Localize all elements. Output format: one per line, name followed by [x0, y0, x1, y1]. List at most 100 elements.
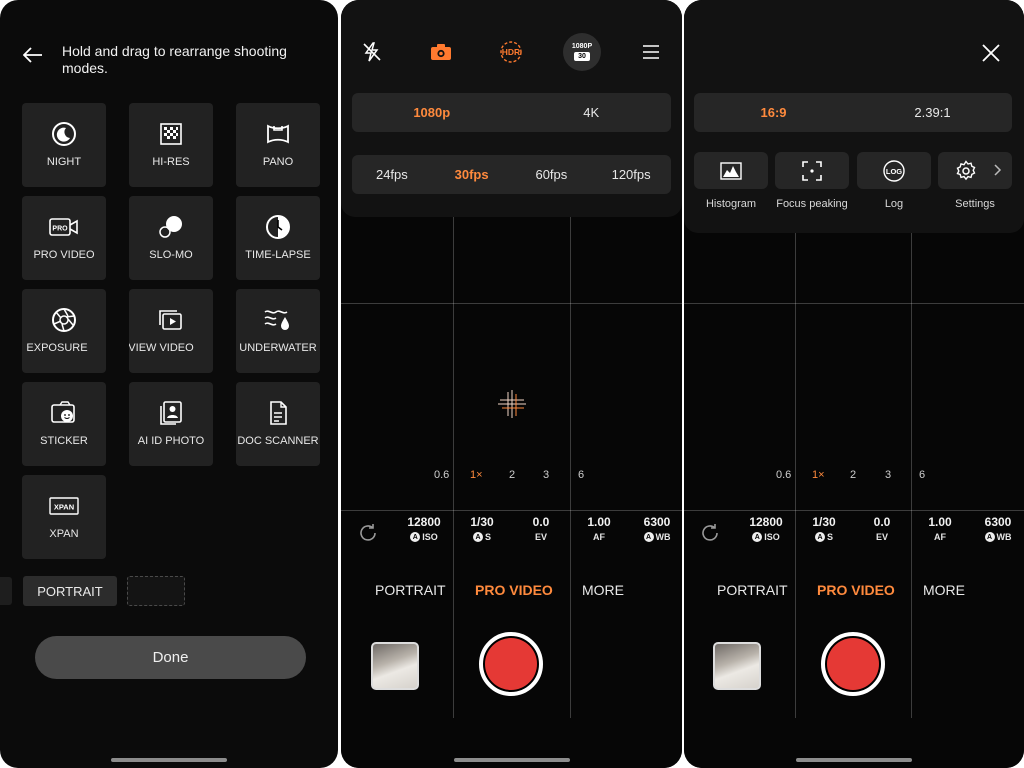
auto-badge: A [410, 532, 421, 542]
fps-option-120[interactable]: 120fps [591, 167, 671, 182]
resolution-selector: 1080p 4K [352, 93, 671, 132]
home-indicator[interactable] [796, 758, 912, 762]
log-button[interactable]: LOG [857, 152, 931, 189]
mode-tile-label: XPAN [49, 528, 79, 540]
mode-pro-video[interactable]: PRO VIDEO [475, 582, 553, 598]
settings-label: Settings [955, 198, 995, 210]
histogram-button[interactable] [694, 152, 768, 189]
settings-button[interactable] [938, 152, 1012, 189]
aspect-option-16-9[interactable]: 16:9 [694, 105, 853, 120]
zoom-option-active[interactable]: 1× [812, 469, 825, 481]
mode-portrait[interactable]: PORTRAIT [717, 582, 788, 598]
mode-tile-label: DOC SCANNER [237, 435, 319, 447]
param-ev[interactable]: 0.0 EV [854, 515, 910, 542]
auto-badge: A [752, 532, 763, 542]
zoom-option-active[interactable]: 1× [470, 469, 483, 481]
record-button[interactable] [821, 632, 885, 696]
zoom-option[interactable]: 6 [578, 469, 584, 481]
close-icon[interactable] [978, 40, 1004, 66]
tray-item-partial[interactable] [0, 577, 12, 605]
hdr-label: HDR [502, 47, 520, 57]
tools-panel: 16:9 2.39:1 LOG Histogram Focus peaking … [684, 0, 1024, 233]
gallery-thumbnail[interactable] [371, 642, 419, 690]
mode-tile-ai-id-photo[interactable]: AI ID PHOTO [129, 382, 213, 466]
mode-pro-video[interactable]: PRO VIDEO [817, 582, 895, 598]
tray-drop-slot[interactable] [127, 576, 185, 606]
histogram-icon [720, 161, 742, 180]
zoom-option[interactable]: 3 [885, 469, 891, 481]
grid-line-horizontal [341, 510, 682, 511]
gallery-thumbnail[interactable] [713, 642, 761, 690]
mode-tile-label: HI-RES [152, 156, 190, 168]
mode-tile-night[interactable]: NIGHT [22, 103, 106, 187]
tray-item-portrait[interactable]: PORTRAIT [23, 576, 117, 606]
zoom-option[interactable]: 3 [543, 469, 549, 481]
mode-tile-label: PANO [262, 156, 294, 168]
home-indicator[interactable] [453, 758, 570, 762]
grid-line-horizontal [684, 510, 1024, 511]
param-wb[interactable]: 6300 A WB [970, 515, 1024, 542]
sticker-icon [51, 401, 75, 423]
resolution-fps-badge[interactable]: 1080P 30 [563, 33, 601, 71]
mode-tile-underwater[interactable]: UNDERWATER [236, 289, 320, 373]
fps-option-30[interactable]: 30fps [432, 167, 512, 182]
mode-tile-slo-mo[interactable]: SLO-MO [129, 196, 213, 280]
log-label: Log [884, 198, 904, 210]
param-ev[interactable]: 0.0 EV [513, 515, 569, 542]
mode-tile-exposure[interactable]: EXPOSURE [22, 289, 106, 373]
done-button[interactable]: Done [35, 636, 306, 679]
zoom-option[interactable]: 0.6 [434, 469, 449, 481]
param-value: 6300 [643, 515, 671, 529]
mode-tile-time-lapse[interactable]: TIME-LAPSE [236, 196, 320, 280]
zoom-option[interactable]: 6 [919, 469, 925, 481]
edit-modes-screen: Hold and drag to rearrange shooting mode… [0, 0, 338, 768]
mode-tile-xpan[interactable]: XPAN XPAN [22, 475, 106, 559]
back-button[interactable] [18, 40, 48, 70]
record-dot [827, 638, 879, 690]
mode-tray: PORTRAIT [0, 576, 338, 606]
param-value: 1/30 [470, 515, 494, 529]
param-iso[interactable]: 12800 A ISO [396, 515, 452, 542]
mode-carousel: PORTRAIT PRO VIDEO MORE [684, 582, 1024, 602]
param-shutter[interactable]: 1/30 AS [454, 515, 510, 542]
flash-toggle[interactable] [356, 36, 388, 68]
resolution-option-4k[interactable]: 4K [512, 105, 672, 120]
mode-tile-sticker[interactable]: STICKER [22, 382, 106, 466]
home-indicator[interactable] [111, 758, 227, 762]
mode-more[interactable]: MORE [923, 582, 965, 598]
fps-option-24[interactable]: 24fps [352, 167, 432, 182]
mode-more[interactable]: MORE [582, 582, 624, 598]
fps-option-60[interactable]: 60fps [512, 167, 592, 182]
param-value: 1.00 [587, 515, 611, 529]
live-photo-toggle[interactable] [425, 36, 457, 68]
param-wb[interactable]: 6300 A WB [629, 515, 682, 542]
menu-button[interactable] [635, 36, 667, 68]
hamburger-menu-icon [643, 45, 659, 59]
hdr-toggle[interactable]: HDR [495, 36, 527, 68]
param-shutter[interactable]: 1/30 AS [796, 515, 852, 542]
param-value: 0.0 [873, 515, 891, 529]
pro-video-quick-settings-screen: HDR 1080P 30 1080p 4K 24fps 30fps 60fps … [341, 0, 682, 768]
zoom-option[interactable]: 0.6 [776, 469, 791, 481]
zoom-option[interactable]: 2 [509, 469, 515, 481]
id-photo-icon [160, 401, 182, 425]
auto-badge: A [814, 532, 825, 542]
record-button[interactable] [479, 632, 543, 696]
param-iso[interactable]: 12800 A ISO [738, 515, 794, 542]
mode-tile-label: UNDERWATER [239, 342, 317, 354]
mode-tile-pano[interactable]: PANO [236, 103, 320, 187]
resolution-option-1080p[interactable]: 1080p [352, 105, 512, 120]
aspect-option-2-39-1[interactable]: 2.39:1 [853, 105, 1012, 120]
mode-tile-hi-res[interactable]: HI-RES [129, 103, 213, 187]
arrow-left-icon [23, 47, 42, 63]
mode-tile-pro-video[interactable]: PRO PRO VIDEO [22, 196, 106, 280]
param-value: 6300 [984, 515, 1012, 529]
mode-portrait[interactable]: PORTRAIT [375, 582, 446, 598]
focus-peaking-button[interactable] [775, 152, 849, 189]
zoom-option[interactable]: 2 [850, 469, 856, 481]
param-af[interactable]: 1.00 AF [912, 515, 968, 542]
mode-tile-doc-scanner[interactable]: DOC SCANNER [236, 382, 320, 466]
mode-tile-view-video[interactable]: VIEW VIDEO [129, 289, 213, 373]
param-af[interactable]: 1.00 AF [571, 515, 627, 542]
mode-tile-label: TIME-LAPSE [245, 249, 311, 261]
